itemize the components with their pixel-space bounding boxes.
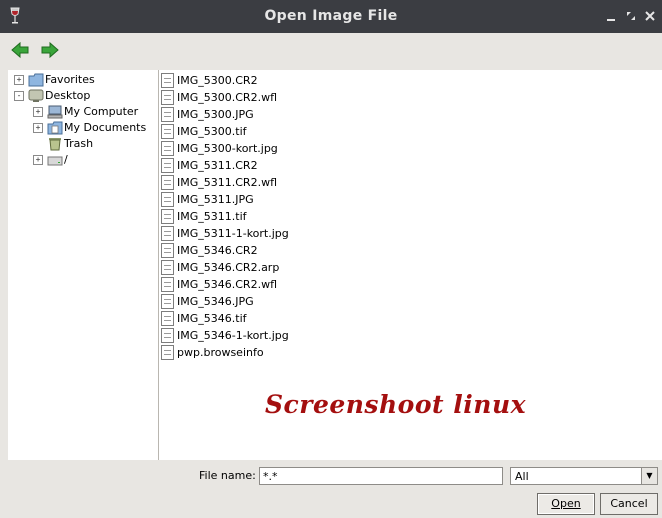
tree-item-trash[interactable]: Trash (8, 136, 158, 152)
window-title: Open Image File (264, 8, 398, 24)
expand-icon[interactable]: + (33, 123, 43, 133)
file-icon (161, 328, 174, 343)
file-type-value: All (515, 470, 529, 483)
forward-arrow-icon[interactable] (40, 40, 60, 60)
file-name-input[interactable] (259, 467, 503, 485)
file-icon (161, 209, 174, 224)
file-icon (161, 294, 174, 309)
tree-item-my-computer[interactable]: + My Computer (8, 104, 158, 120)
tree-item-my-documents[interactable]: + My Documents (8, 120, 158, 136)
tree-item-label: / (64, 153, 68, 166)
tree-item-favorites[interactable]: + Favorites (8, 72, 158, 88)
cancel-button[interactable]: Cancel (600, 493, 658, 515)
dialog-footer: File name: All ▼ Open Cancel (0, 460, 662, 518)
expand-icon[interactable]: + (14, 75, 24, 85)
file-icon (161, 260, 174, 275)
file-icon (161, 277, 174, 292)
file-icon (161, 73, 174, 88)
file-icon (161, 345, 174, 360)
file-icon (161, 311, 174, 326)
file-icon (161, 90, 174, 105)
file-icon (161, 107, 174, 122)
tree-item-label: My Computer (64, 105, 139, 118)
file-type-select[interactable]: All ▼ (510, 467, 658, 485)
tree-item-root[interactable]: + / (8, 152, 158, 168)
expand-icon[interactable]: + (33, 155, 43, 165)
open-button-label: Open (551, 497, 581, 510)
collapse-icon[interactable]: - (14, 91, 24, 101)
minimize-icon[interactable] (604, 9, 618, 23)
file-name-label: File name: (199, 469, 256, 482)
tree-item-desktop[interactable]: - Desktop (8, 88, 158, 104)
trash-icon (49, 138, 61, 151)
watermark-text: Screenshoot linux (265, 390, 527, 419)
title-bar[interactable]: Open Image File (0, 0, 662, 33)
open-button[interactable]: Open (537, 493, 595, 515)
tree-item-label: Trash (64, 137, 94, 150)
drive-icon (47, 156, 63, 166)
computer-icon (47, 105, 63, 119)
tree-item-label: Favorites (45, 73, 95, 86)
tree-item-label: My Documents (64, 121, 147, 134)
folder-icon (28, 73, 44, 87)
maximize-icon[interactable] (624, 9, 638, 23)
tree-item-label: Desktop (45, 89, 91, 102)
open-image-file-dialog: Open Image File + Favorites - Desktop + … (0, 0, 662, 518)
desktop-icon (28, 89, 44, 102)
toolbar (0, 33, 662, 67)
back-arrow-icon[interactable] (10, 40, 30, 60)
file-icon (161, 158, 174, 173)
file-icon (161, 192, 174, 207)
chevron-down-icon[interactable]: ▼ (641, 468, 657, 484)
file-icon (161, 141, 174, 156)
file-icon (161, 226, 174, 241)
folder-tree[interactable]: + Favorites - Desktop + My Computer + My… (8, 70, 159, 460)
file-icon (161, 124, 174, 139)
expand-icon[interactable]: + (33, 107, 43, 117)
file-icon (161, 175, 174, 190)
file-icon (161, 243, 174, 258)
close-icon[interactable] (643, 9, 657, 23)
documents-icon (47, 121, 63, 135)
